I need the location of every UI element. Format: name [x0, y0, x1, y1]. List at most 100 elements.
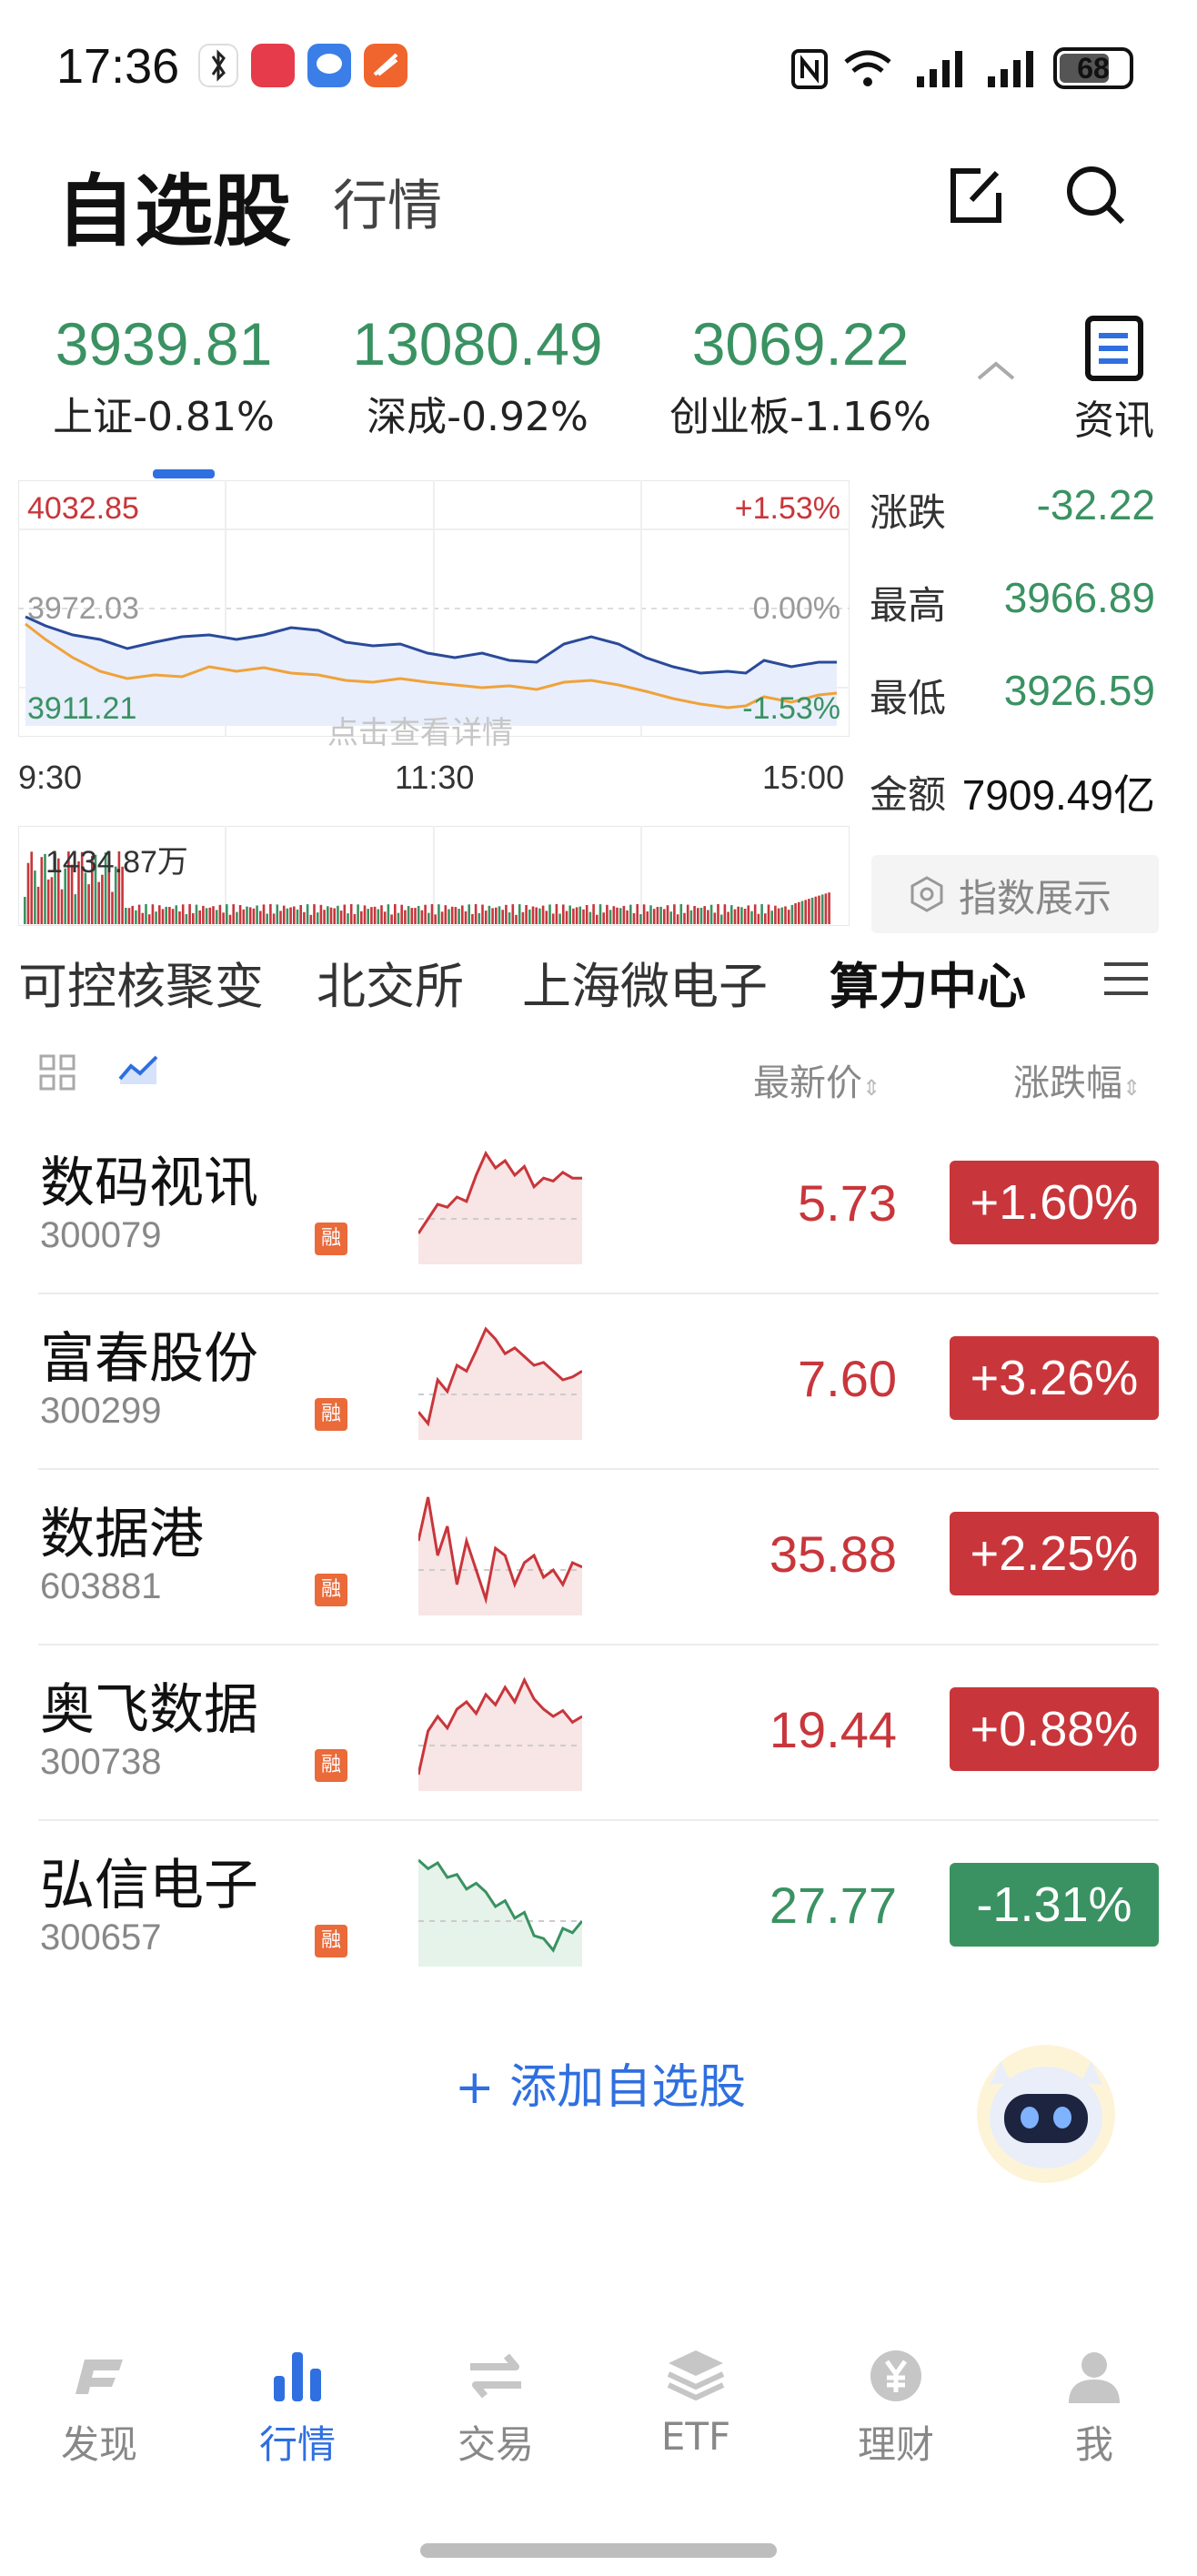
volume-bar [629, 904, 632, 924]
intraday-chart-svg [17, 479, 850, 738]
time-end: 15:00 [762, 759, 845, 796]
volume-bar [192, 912, 195, 924]
volume-bar [713, 912, 717, 924]
nav-profile[interactable]: 我 [1026, 2347, 1162, 2470]
index-display-button[interactable]: 指数展示 [871, 855, 1159, 933]
volume-bar [562, 904, 565, 924]
intraday-chart[interactable]: 4032.85 3972.03 3911.21 +1.53% 0.00% -1.… [17, 479, 850, 751]
category-tab-3[interactable]: 上海微电子 [522, 946, 768, 1018]
stock-row[interactable]: 富春股份 300299 融 7.60 +3.26% [0, 1294, 1197, 1470]
volume-bar [606, 904, 609, 924]
collapse-chevron-icon[interactable] [973, 357, 1019, 387]
menu-icon[interactable] [1102, 959, 1150, 1002]
volume-bar [111, 891, 114, 924]
volume-bar [800, 901, 804, 924]
volume-bar [40, 857, 44, 924]
nav-etf[interactable]: ETF [628, 2347, 764, 2459]
volume-bar [582, 909, 585, 924]
column-change-header[interactable]: 涨跌幅⇕ [1013, 1053, 1141, 1106]
nav-market[interactable]: 行情 [229, 2347, 366, 2470]
bluetooth-icon [198, 44, 238, 87]
index-sh-value: 3939.81 [55, 310, 273, 377]
volume-bar [666, 905, 669, 924]
category-tab-1[interactable]: 可控核聚变 [18, 946, 264, 1018]
volume-bar [282, 905, 286, 924]
volume-bar [585, 905, 588, 924]
volume-bar [639, 914, 642, 924]
stock-change-badge[interactable]: +0.88% [950, 1687, 1159, 1771]
column-price-header[interactable]: 最新价⇕ [753, 1053, 880, 1106]
volume-bar [276, 904, 279, 924]
volume-bar [450, 906, 454, 924]
volume-bar [333, 908, 336, 924]
chart-mid-pct: 0.00% [752, 591, 840, 626]
volume-bar [780, 907, 784, 924]
stock-sparkline [418, 1496, 582, 1615]
volume-bar [824, 893, 828, 924]
volume-bar [548, 904, 551, 924]
index-sz-value: 13080.49 [352, 310, 603, 377]
volume-bar [733, 909, 737, 924]
page-title[interactable]: 自选股 [56, 147, 291, 261]
news-button[interactable]: 资讯 [1064, 313, 1164, 446]
column-change-label: 涨跌幅 [1013, 1062, 1122, 1104]
index-sz[interactable]: 13080.49 深成-0.92% [337, 309, 619, 442]
volume-bar [60, 889, 64, 924]
time-mid: 11:30 [395, 759, 475, 796]
volume-bar [683, 912, 686, 924]
stock-row[interactable]: 数码视讯 300079 融 5.73 +1.60% [0, 1119, 1197, 1294]
search-icon[interactable] [1064, 164, 1128, 231]
volume-bar [286, 908, 289, 924]
battery-level: 68 [1077, 52, 1110, 85]
volume-bar [588, 911, 592, 924]
nav-discover[interactable]: 发现 [31, 2347, 167, 2470]
volume-bar [740, 907, 743, 924]
stock-row[interactable]: 弘信电子 300657 融 27.77 -1.31% [0, 1821, 1197, 1997]
volume-bar [222, 912, 225, 924]
volume-bar [370, 907, 373, 924]
stock-change-badge[interactable]: +1.60% [950, 1161, 1159, 1244]
index-sh[interactable]: 3939.81 上证-0.81% [36, 309, 291, 442]
index-sz-name: 深成 [367, 394, 448, 440]
nav-finance[interactable]: 理财 [828, 2347, 964, 2470]
index-cyb[interactable]: 3069.22 创业板-1.16% [655, 309, 946, 442]
grid-view-icon[interactable] [38, 1053, 76, 1095]
volume-bar [511, 904, 515, 924]
volume-bar [814, 896, 818, 924]
volume-bar [400, 904, 403, 924]
edit-icon[interactable] [944, 164, 1008, 231]
volume-bar [377, 909, 380, 924]
stock-row[interactable]: 数据港 603881 融 35.88 +2.25% [0, 1470, 1197, 1645]
stock-name: 弘信电子 [40, 1854, 258, 1917]
volume-bar [228, 914, 232, 924]
stock-change-badge[interactable]: +2.25% [950, 1512, 1159, 1595]
volume-bar [619, 908, 622, 924]
tab-market[interactable]: 行情 [333, 162, 442, 241]
volume-bar [178, 911, 181, 924]
category-tab-2[interactable]: 北交所 [317, 946, 464, 1018]
volume-bar [787, 910, 790, 924]
assistant-robot-icon[interactable] [953, 2030, 1139, 2185]
volume-bar [656, 907, 659, 924]
nav-etf-label: ETF [660, 2414, 731, 2459]
home-indicator[interactable] [420, 2543, 777, 2558]
stat-high-label: 最高 [870, 583, 947, 628]
volume-bar [339, 911, 343, 924]
volume-bar [383, 911, 387, 924]
volume-bar [195, 904, 198, 924]
app-orange-icon [364, 44, 407, 87]
stock-row[interactable]: 奥飞数据 300738 融 19.44 +0.88% [0, 1645, 1197, 1821]
trend-view-icon[interactable] [116, 1050, 162, 1093]
nav-trade[interactable]: 交易 [428, 2347, 564, 2470]
volume-bar [323, 910, 326, 924]
volume-bar [767, 904, 770, 924]
stock-change-badge[interactable]: +3.26% [950, 1336, 1159, 1420]
stat-high-value: 3966.89 [1003, 574, 1155, 621]
volume-bar [757, 913, 760, 924]
volume-bar [316, 912, 319, 924]
category-tab-4[interactable]: 算力中心 [830, 946, 1026, 1018]
stock-change-badge[interactable]: -1.31% [950, 1863, 1159, 1947]
volume-bar [626, 910, 629, 924]
add-stock-button[interactable]: + 添加自选股 [455, 2048, 746, 2117]
nav-finance-label: 理财 [857, 2422, 934, 2467]
